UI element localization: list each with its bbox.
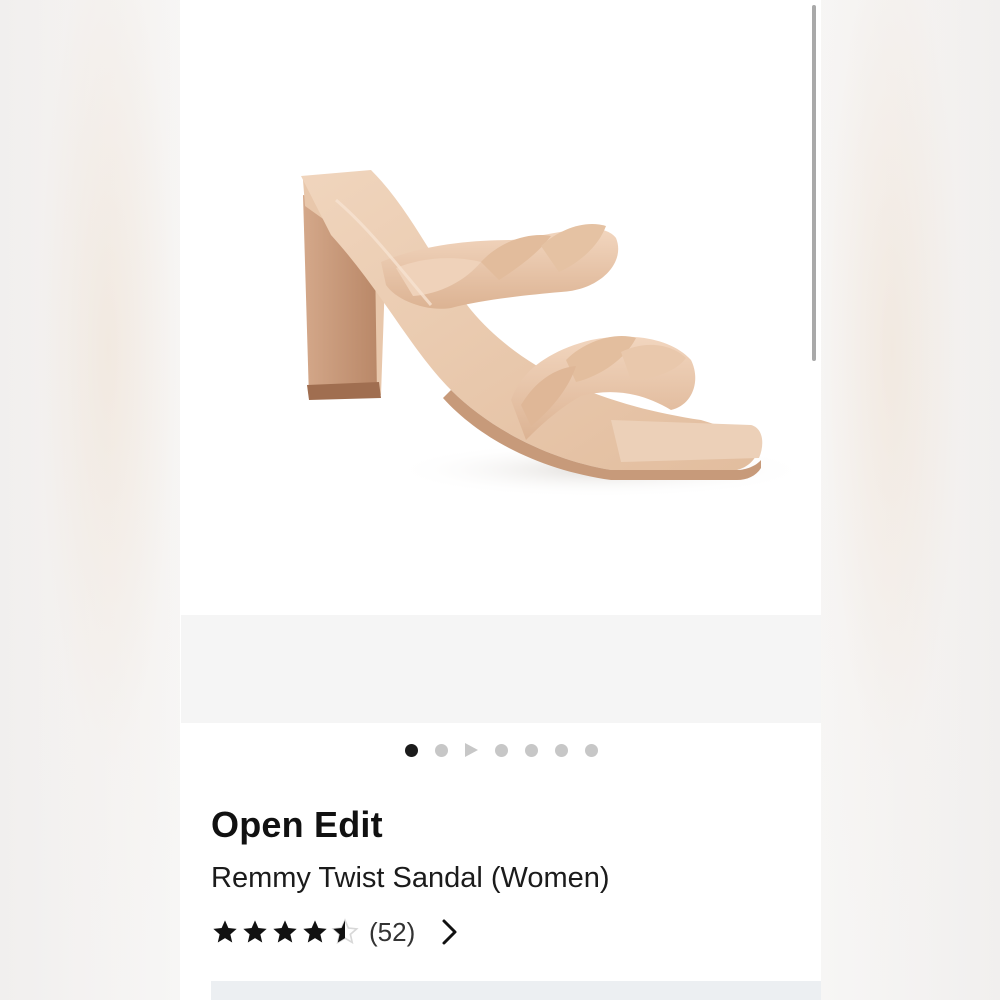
product-page: Open Edit Remmy Twist Sandal (Women) (52… — [181, 0, 821, 1000]
sandal-photo — [301, 170, 811, 498]
star-rating — [211, 918, 359, 946]
blurred-right-margin — [820, 0, 1000, 1000]
image-gallery-band — [181, 615, 821, 723]
product-title: Remmy Twist Sandal (Women) — [211, 862, 610, 894]
carousel-dot-6[interactable] — [554, 743, 568, 757]
carousel-dot-5[interactable] — [524, 743, 538, 757]
star-icon — [213, 920, 237, 943]
star-icon — [243, 920, 267, 943]
size-selector-panel[interactable] — [211, 981, 821, 1000]
product-image[interactable] — [181, 0, 821, 615]
carousel-dot-4[interactable] — [494, 743, 508, 757]
star-icon — [273, 920, 297, 943]
carousel-dot-1[interactable] — [404, 743, 418, 757]
carousel-dot-2[interactable] — [434, 743, 448, 757]
chevron-right-icon[interactable] — [439, 917, 461, 947]
carousel-pagination — [181, 740, 821, 760]
brand-name[interactable]: Open Edit — [211, 804, 383, 846]
carousel-dot-7[interactable] — [584, 743, 598, 757]
play-icon[interactable] — [464, 743, 478, 757]
half-star-icon — [331, 918, 359, 945]
rating-summary[interactable]: (52) — [211, 912, 461, 952]
scrollbar[interactable] — [812, 5, 816, 361]
blurred-left-margin — [0, 0, 180, 1000]
review-count[interactable]: (52) — [369, 917, 415, 948]
star-icon — [303, 920, 327, 943]
